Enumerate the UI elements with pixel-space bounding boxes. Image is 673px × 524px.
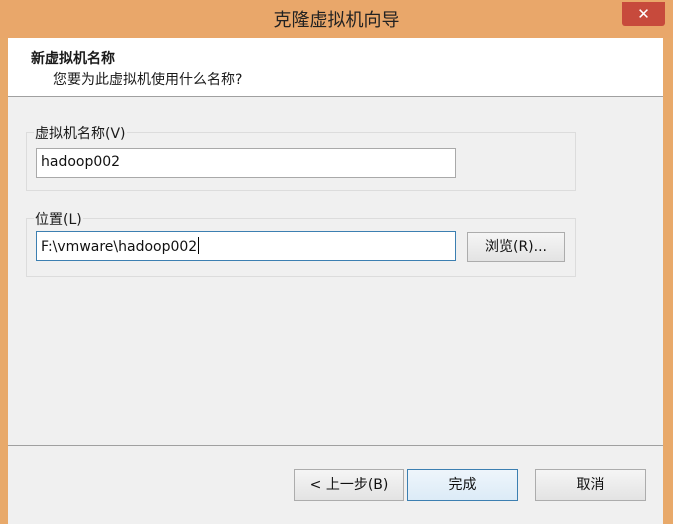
browse-button[interactable]: 浏览(R)... [467,232,565,262]
location-value: F:\vmware\hadoop002 [41,239,198,255]
close-button[interactable]: ✕ [622,2,665,26]
page-subtitle: 您要为此虚拟机使用什么名称? [53,72,243,88]
vm-name-input[interactable]: hadoop002 [36,148,456,178]
back-button[interactable]: < 上一步(B) [294,469,404,501]
title-bar: 克隆虚拟机向导 ✕ [0,0,673,38]
cancel-button[interactable]: 取消 [535,469,646,501]
location-label: 位置(L) [34,209,83,229]
text-caret [198,237,200,254]
location-input[interactable]: F:\vmware\hadoop002 [36,231,456,261]
footer-divider [8,445,663,446]
vm-name-label: 虚拟机名称(V) [34,123,127,143]
wizard-header: 新虚拟机名称 您要为此虚拟机使用什么名称? [8,38,663,97]
close-icon: ✕ [637,5,650,23]
window-title: 克隆虚拟机向导 [273,10,400,31]
finish-button[interactable]: 完成 [407,469,518,501]
page-title: 新虚拟机名称 [31,51,115,67]
dialog-body: 新虚拟机名称 您要为此虚拟机使用什么名称? 虚拟机名称(V) hadoop002… [8,38,663,524]
